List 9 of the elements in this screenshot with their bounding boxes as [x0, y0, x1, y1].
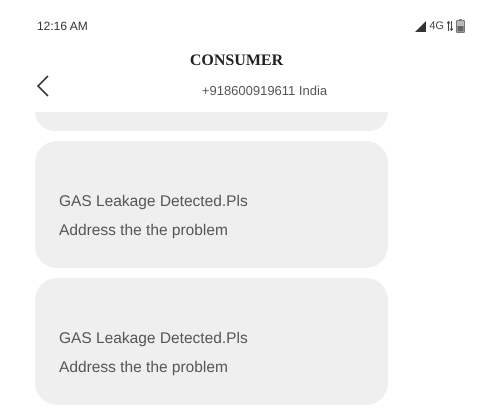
battery-icon	[456, 19, 465, 33]
data-arrows-icon	[447, 21, 453, 31]
message-text: GAS Leakage Detected.Pls Address the the problem	[59, 329, 249, 378]
contact-name: CONSUMER	[190, 52, 284, 70]
contact-number: +918600919611 India	[202, 83, 328, 98]
network-type: 4G	[429, 20, 444, 32]
status-time: 12:16 AM	[37, 19, 88, 33]
message-text: GAS Leakage Detected.Pls Address the the problem	[59, 192, 249, 241]
signal-icon	[415, 20, 426, 32]
